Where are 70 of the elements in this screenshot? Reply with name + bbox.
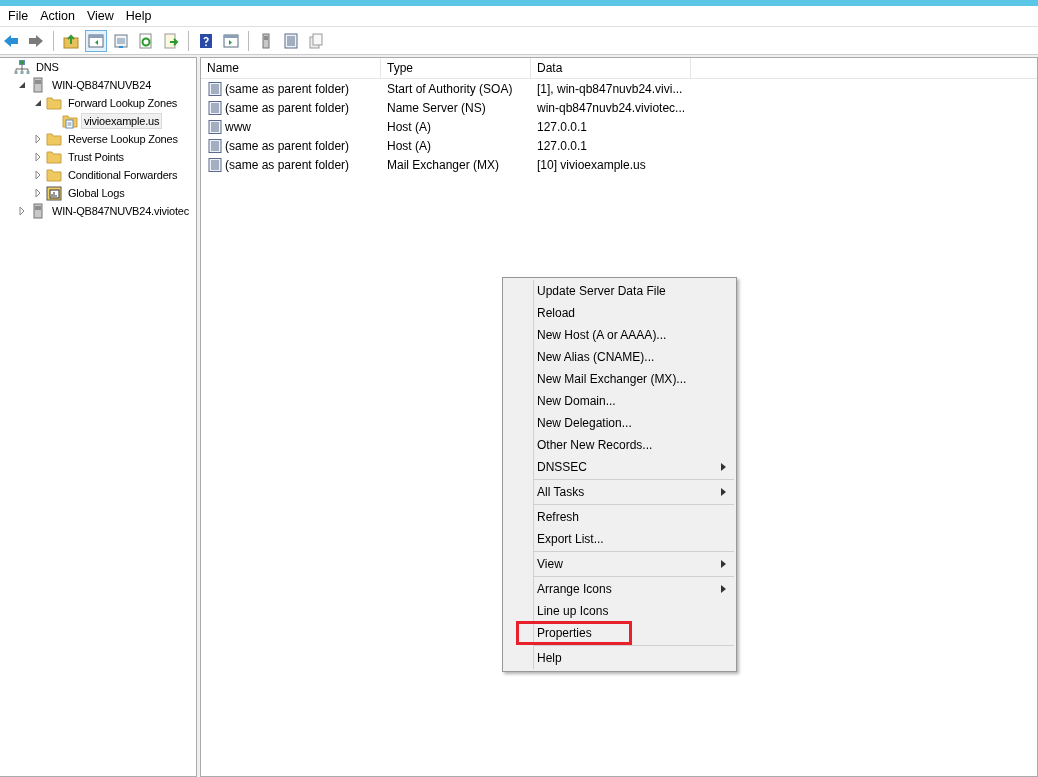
menu-item[interactable]: Update Server Data File <box>503 280 736 302</box>
collapse-arrow-icon[interactable] <box>33 98 43 108</box>
menu-item[interactable]: New Delegation... <box>503 412 736 434</box>
menu-item[interactable]: View <box>80 9 120 23</box>
folder-icon <box>46 95 62 111</box>
table-cell-text: Start of Authority (SOA) <box>386 81 514 96</box>
table-cell-text: win-qb847nuvb24.viviotec... <box>536 100 687 115</box>
collapse-arrow-icon[interactable] <box>17 80 27 90</box>
log-icon <box>46 185 62 201</box>
menu-item[interactable]: File <box>2 9 35 23</box>
menu-item[interactable]: Help <box>119 9 158 23</box>
menu-item[interactable]: Properties <box>503 622 736 644</box>
menu-item[interactable]: Action <box>34 9 81 23</box>
menu-item[interactable]: Export List... <box>503 528 736 550</box>
table-cell: (same as parent folder) <box>225 157 350 172</box>
tree-item[interactable]: Conditional Forwarders <box>65 167 181 183</box>
server-icon <box>30 77 46 93</box>
expand-arrow-icon[interactable] <box>33 152 43 162</box>
tree-item[interactable]: Trust Points <box>65 149 127 165</box>
record-icon <box>208 81 222 96</box>
table-cell-text: 127.0.0.1 <box>536 138 589 153</box>
tree-item[interactable]: WIN-QB847NUVB24.viviotec <box>49 203 193 219</box>
menu-item[interactable]: Refresh <box>503 506 736 528</box>
tree-item[interactable]: vivioexample.us <box>81 113 163 129</box>
column-header[interactable]: Name <box>201 58 381 78</box>
table-cell-text: Host (A) <box>386 138 432 153</box>
record-icon <box>208 119 222 134</box>
folder-icon <box>46 149 62 165</box>
menu-item[interactable]: Arrange Icons <box>503 578 736 600</box>
expand-arrow-icon[interactable] <box>33 170 43 180</box>
menu-item[interactable]: All Tasks <box>503 481 736 503</box>
console-tree-icon[interactable] <box>85 29 107 52</box>
menu-item[interactable]: Help <box>503 647 736 669</box>
menu-item[interactable]: New Mail Exchanger (MX)... <box>503 368 736 390</box>
tree-item[interactable]: DNS <box>33 59 62 75</box>
column-header[interactable]: Type <box>381 58 531 78</box>
table-cell-text: Mail Exchanger (MX) <box>386 157 501 172</box>
menu-item[interactable]: Line up Icons <box>503 600 736 622</box>
menu-item[interactable]: New Domain... <box>503 390 736 412</box>
tree-item[interactable]: Global Logs <box>65 185 128 201</box>
record-icon <box>208 138 222 153</box>
table-cell: www <box>225 119 251 134</box>
table-cell-text: [1], win-qb847nuvb24.vivi... <box>536 81 684 96</box>
record-icon <box>208 100 222 115</box>
menu-item[interactable]: DNSSEC <box>503 456 736 478</box>
expand-arrow-icon[interactable] <box>33 188 43 198</box>
folder-icon <box>46 167 62 183</box>
tree-item[interactable]: Forward Lookup Zones <box>65 95 181 111</box>
dns-network-icon <box>14 59 30 75</box>
zone-folder-icon <box>62 113 78 129</box>
table-cell-text: Host (A) <box>386 119 432 134</box>
tree-item[interactable]: WIN-QB847NUVB24 <box>49 77 155 93</box>
expand-arrow-icon[interactable] <box>17 206 27 216</box>
table-cell-text: 127.0.0.1 <box>536 119 589 134</box>
menu-item[interactable]: New Host (A or AAAA)... <box>503 324 736 346</box>
menu-item[interactable]: New Alias (CNAME)... <box>503 346 736 368</box>
table-cell: (same as parent folder) <box>225 100 350 115</box>
table-cell-text: [10] vivioexample.us <box>536 157 647 172</box>
column-header[interactable]: Data <box>531 58 691 78</box>
table-cell: (same as parent folder) <box>225 138 350 153</box>
server-icon <box>30 203 46 219</box>
table-cell: (same as parent folder) <box>225 81 350 96</box>
menu-item[interactable]: Reload <box>503 302 736 324</box>
menu-item[interactable]: Other New Records... <box>503 434 736 456</box>
menu-item[interactable]: View <box>503 553 736 575</box>
tree-item[interactable]: Reverse Lookup Zones <box>65 131 181 147</box>
expand-arrow-icon[interactable] <box>33 134 43 144</box>
table-cell-text: Name Server (NS) <box>386 100 487 115</box>
folder-icon <box>46 131 62 147</box>
record-icon <box>208 157 222 172</box>
